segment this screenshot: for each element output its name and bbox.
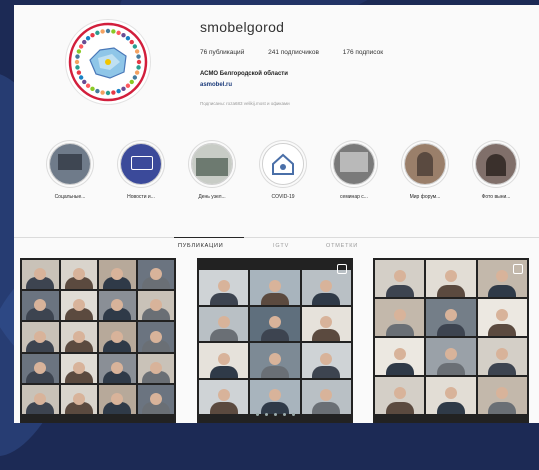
highlight-label: День узел... xyxy=(198,194,226,200)
video-tile xyxy=(250,343,300,378)
video-tile xyxy=(250,306,300,341)
video-tile xyxy=(60,260,97,290)
video-tile xyxy=(22,322,59,352)
video-tile xyxy=(99,291,136,321)
highlight-item[interactable]: семинар с... xyxy=(328,143,380,200)
profile-avatar[interactable] xyxy=(65,19,151,105)
video-tile xyxy=(137,260,174,290)
highlight-cover xyxy=(262,143,304,185)
video-tile xyxy=(60,384,97,414)
video-tile xyxy=(99,353,136,383)
followed-by-text[interactable]: Подписаны: roza683 velikij.most и офикам… xyxy=(200,101,290,106)
tab-igtv[interactable]: IGTV xyxy=(273,243,289,249)
video-tile xyxy=(426,377,476,414)
video-tile xyxy=(426,338,476,375)
video-tile xyxy=(99,322,136,352)
carousel-icon xyxy=(337,264,347,274)
video-tile xyxy=(375,338,425,375)
post-thumbnail[interactable] xyxy=(197,258,353,423)
followers-count[interactable]: 241 подписчиков xyxy=(268,49,319,56)
video-tile xyxy=(477,338,527,375)
home-icon xyxy=(263,144,303,184)
asmo-logo-icon xyxy=(68,22,148,102)
post-thumbnail[interactable] xyxy=(20,258,176,423)
profile-stats: 76 публикаций 241 подписчиков 176 подпис… xyxy=(200,49,405,56)
video-tile xyxy=(22,384,59,414)
tab-posts[interactable]: Публикации xyxy=(178,243,223,249)
video-tile xyxy=(99,260,136,290)
highlight-cover xyxy=(49,143,91,185)
video-tile xyxy=(301,270,351,305)
highlight-item[interactable]: Мир форум... xyxy=(399,143,451,200)
video-tile xyxy=(60,353,97,383)
highlight-item[interactable]: COVID-19 xyxy=(257,143,309,200)
video-tile xyxy=(199,306,249,341)
video-tile xyxy=(426,260,476,297)
highlight-label: Соцальные... xyxy=(54,194,86,200)
following-count[interactable]: 176 подписок xyxy=(343,49,383,56)
carousel-dots xyxy=(197,403,353,421)
video-tile xyxy=(137,291,174,321)
video-tile xyxy=(99,384,136,414)
post-thumbnail[interactable] xyxy=(373,258,529,423)
tab-tagged[interactable]: Отметки xyxy=(326,243,358,249)
video-tile xyxy=(477,377,527,414)
highlight-label: Фото выни... xyxy=(481,194,511,200)
posts-count[interactable]: 76 публикаций xyxy=(200,49,244,56)
highlight-cover xyxy=(475,143,517,185)
highlight-cover xyxy=(191,143,233,185)
highlight-cover xyxy=(120,143,162,185)
highlight-cover xyxy=(333,143,375,185)
video-tile xyxy=(375,377,425,414)
video-tile xyxy=(375,299,425,336)
highlight-item[interactable]: Фото выни... xyxy=(470,143,522,200)
profile-username: smobelgorod xyxy=(200,19,285,35)
tab-active-indicator xyxy=(174,237,244,238)
video-tile xyxy=(60,322,97,352)
highlight-label: Новости и... xyxy=(127,194,155,200)
highlight-item[interactable]: Новости и... xyxy=(115,143,167,200)
video-tile xyxy=(22,260,59,290)
video-tile xyxy=(375,260,425,297)
carousel-icon xyxy=(513,264,523,274)
highlight-item[interactable]: День узел... xyxy=(186,143,238,200)
highlight-item[interactable]: Соцальные... xyxy=(44,143,96,200)
video-tile xyxy=(301,343,351,378)
video-tile xyxy=(22,353,59,383)
highlight-label: COVID-19 xyxy=(271,194,295,200)
video-tile xyxy=(60,291,97,321)
highlight-cover xyxy=(404,143,446,185)
video-tile xyxy=(137,384,174,414)
video-tile xyxy=(199,270,249,305)
highlight-label: Мир форум... xyxy=(409,194,441,200)
video-tile xyxy=(477,299,527,336)
video-tile xyxy=(137,353,174,383)
video-tile xyxy=(250,270,300,305)
video-tile xyxy=(199,343,249,378)
video-tile xyxy=(137,322,174,352)
bio-name: АСМО Белгородской области xyxy=(200,71,288,77)
video-tile xyxy=(301,306,351,341)
bio-link[interactable]: asmobel.ru xyxy=(200,82,232,88)
video-tile xyxy=(22,291,59,321)
highlight-label: семинар с... xyxy=(340,194,368,200)
instagram-profile-panel: smobelgorod 76 публикаций 241 подписчико… xyxy=(14,5,539,423)
video-tile xyxy=(426,299,476,336)
tab-divider xyxy=(14,237,539,238)
